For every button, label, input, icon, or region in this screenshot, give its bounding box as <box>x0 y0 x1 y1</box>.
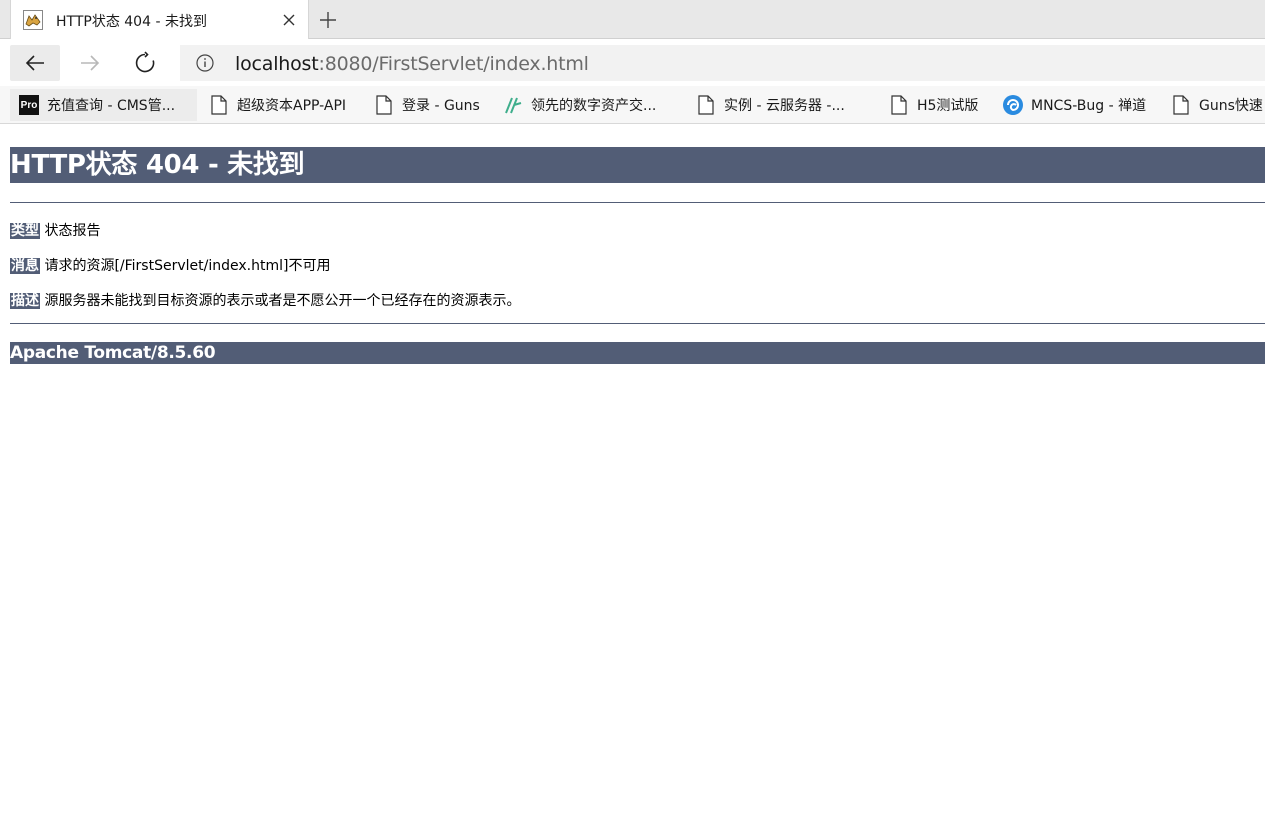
bookmark-label: 充值查询 - CMS管... <box>47 98 176 114</box>
bookmark-label: 领先的数字资产交... <box>531 98 657 114</box>
bookmark-item[interactable]: 实例 - 云服务器 -... <box>695 89 845 121</box>
arrow-left-icon <box>25 55 44 71</box>
tab-active[interactable]: HTTP状态 404 - 未找到 <box>10 0 309 39</box>
message-label: 消息 <box>10 258 40 274</box>
tab-strip: HTTP状态 404 - 未找到 <box>0 0 1265 39</box>
description-value: 源服务器未能找到目标资源的表示或者是不愿公开一个已经存在的资源表示。 <box>44 293 521 309</box>
page-icon <box>208 94 230 116</box>
arrow-right-icon <box>81 55 100 71</box>
new-tab-icon[interactable] <box>317 9 339 31</box>
pro-icon: Pro <box>18 94 40 116</box>
close-tab-icon[interactable] <box>279 10 299 30</box>
message-row: 消息 请求的资源[/FirstServlet/index.html]不可用 <box>10 255 330 275</box>
description-label: 描述 <box>10 293 40 309</box>
type-value: 状态报告 <box>44 223 101 239</box>
divider <box>10 323 1265 324</box>
url-text[interactable]: localhost:8080/FirstServlet/index.html <box>235 53 589 75</box>
description-row: 描述 源服务器未能找到目标资源的表示或者是不愿公开一个已经存在的资源表示。 <box>10 290 520 310</box>
leaf-icon <box>502 94 524 116</box>
url-path: :8080/FirstServlet/index.html <box>318 53 589 75</box>
navigation-toolbar: localhost:8080/FirstServlet/index.html <box>0 40 1265 86</box>
address-bar[interactable]: localhost:8080/FirstServlet/index.html <box>180 45 1265 81</box>
url-host: localhost <box>235 53 319 75</box>
tomcat-icon <box>23 10 43 30</box>
bookmark-label: 登录 - Guns <box>402 98 480 114</box>
page-title: HTTP状态 404 - 未找到 <box>10 147 1265 183</box>
page-icon <box>1170 94 1192 116</box>
bookmark-item[interactable]: 登录 - Guns <box>373 89 480 121</box>
tab-title: HTTP状态 404 - 未找到 <box>56 14 207 30</box>
bookmark-label: 实例 - 云服务器 -... <box>724 98 845 114</box>
bookmark-item[interactable]: 领先的数字资产交... <box>502 89 656 121</box>
message-value: 请求的资源[/FirstServlet/index.html]不可用 <box>44 258 331 274</box>
page-icon <box>888 94 910 116</box>
bookmark-item[interactable]: H5测试版 <box>888 89 978 121</box>
page-icon <box>373 94 395 116</box>
bookmark-label: 超级资本APP-API <box>237 98 347 114</box>
bookmark-label: Guns快速 <box>1199 98 1263 114</box>
forward-button[interactable] <box>65 45 115 81</box>
refresh-button[interactable] <box>120 45 170 81</box>
refresh-icon <box>135 51 155 73</box>
error-page: HTTP状态 404 - 未找到 类型 状态报告 消息 请求的资源[/First… <box>10 147 1265 364</box>
swirl-icon <box>1002 94 1024 116</box>
server-footer: Apache Tomcat/8.5.60 <box>10 342 1265 364</box>
info-icon[interactable] <box>196 54 214 72</box>
divider <box>10 202 1265 203</box>
type-row: 类型 状态报告 <box>10 220 100 240</box>
bookmarks-bar: Pro 充值查询 - CMS管... 超级资本APP-API 登录 - Guns… <box>0 86 1265 124</box>
type-label: 类型 <box>10 223 40 239</box>
bookmark-item[interactable]: 超级资本APP-API <box>208 89 346 121</box>
bookmark-item[interactable]: Pro 充值查询 - CMS管... <box>10 89 197 121</box>
bookmark-label: MNCS-Bug - 禅道 <box>1031 98 1147 114</box>
bookmark-label: H5测试版 <box>917 98 979 114</box>
back-button[interactable] <box>10 45 60 81</box>
page-icon <box>695 94 717 116</box>
bookmark-item[interactable]: MNCS-Bug - 禅道 <box>1002 89 1146 121</box>
bookmark-item[interactable]: Guns快速 <box>1170 89 1263 121</box>
